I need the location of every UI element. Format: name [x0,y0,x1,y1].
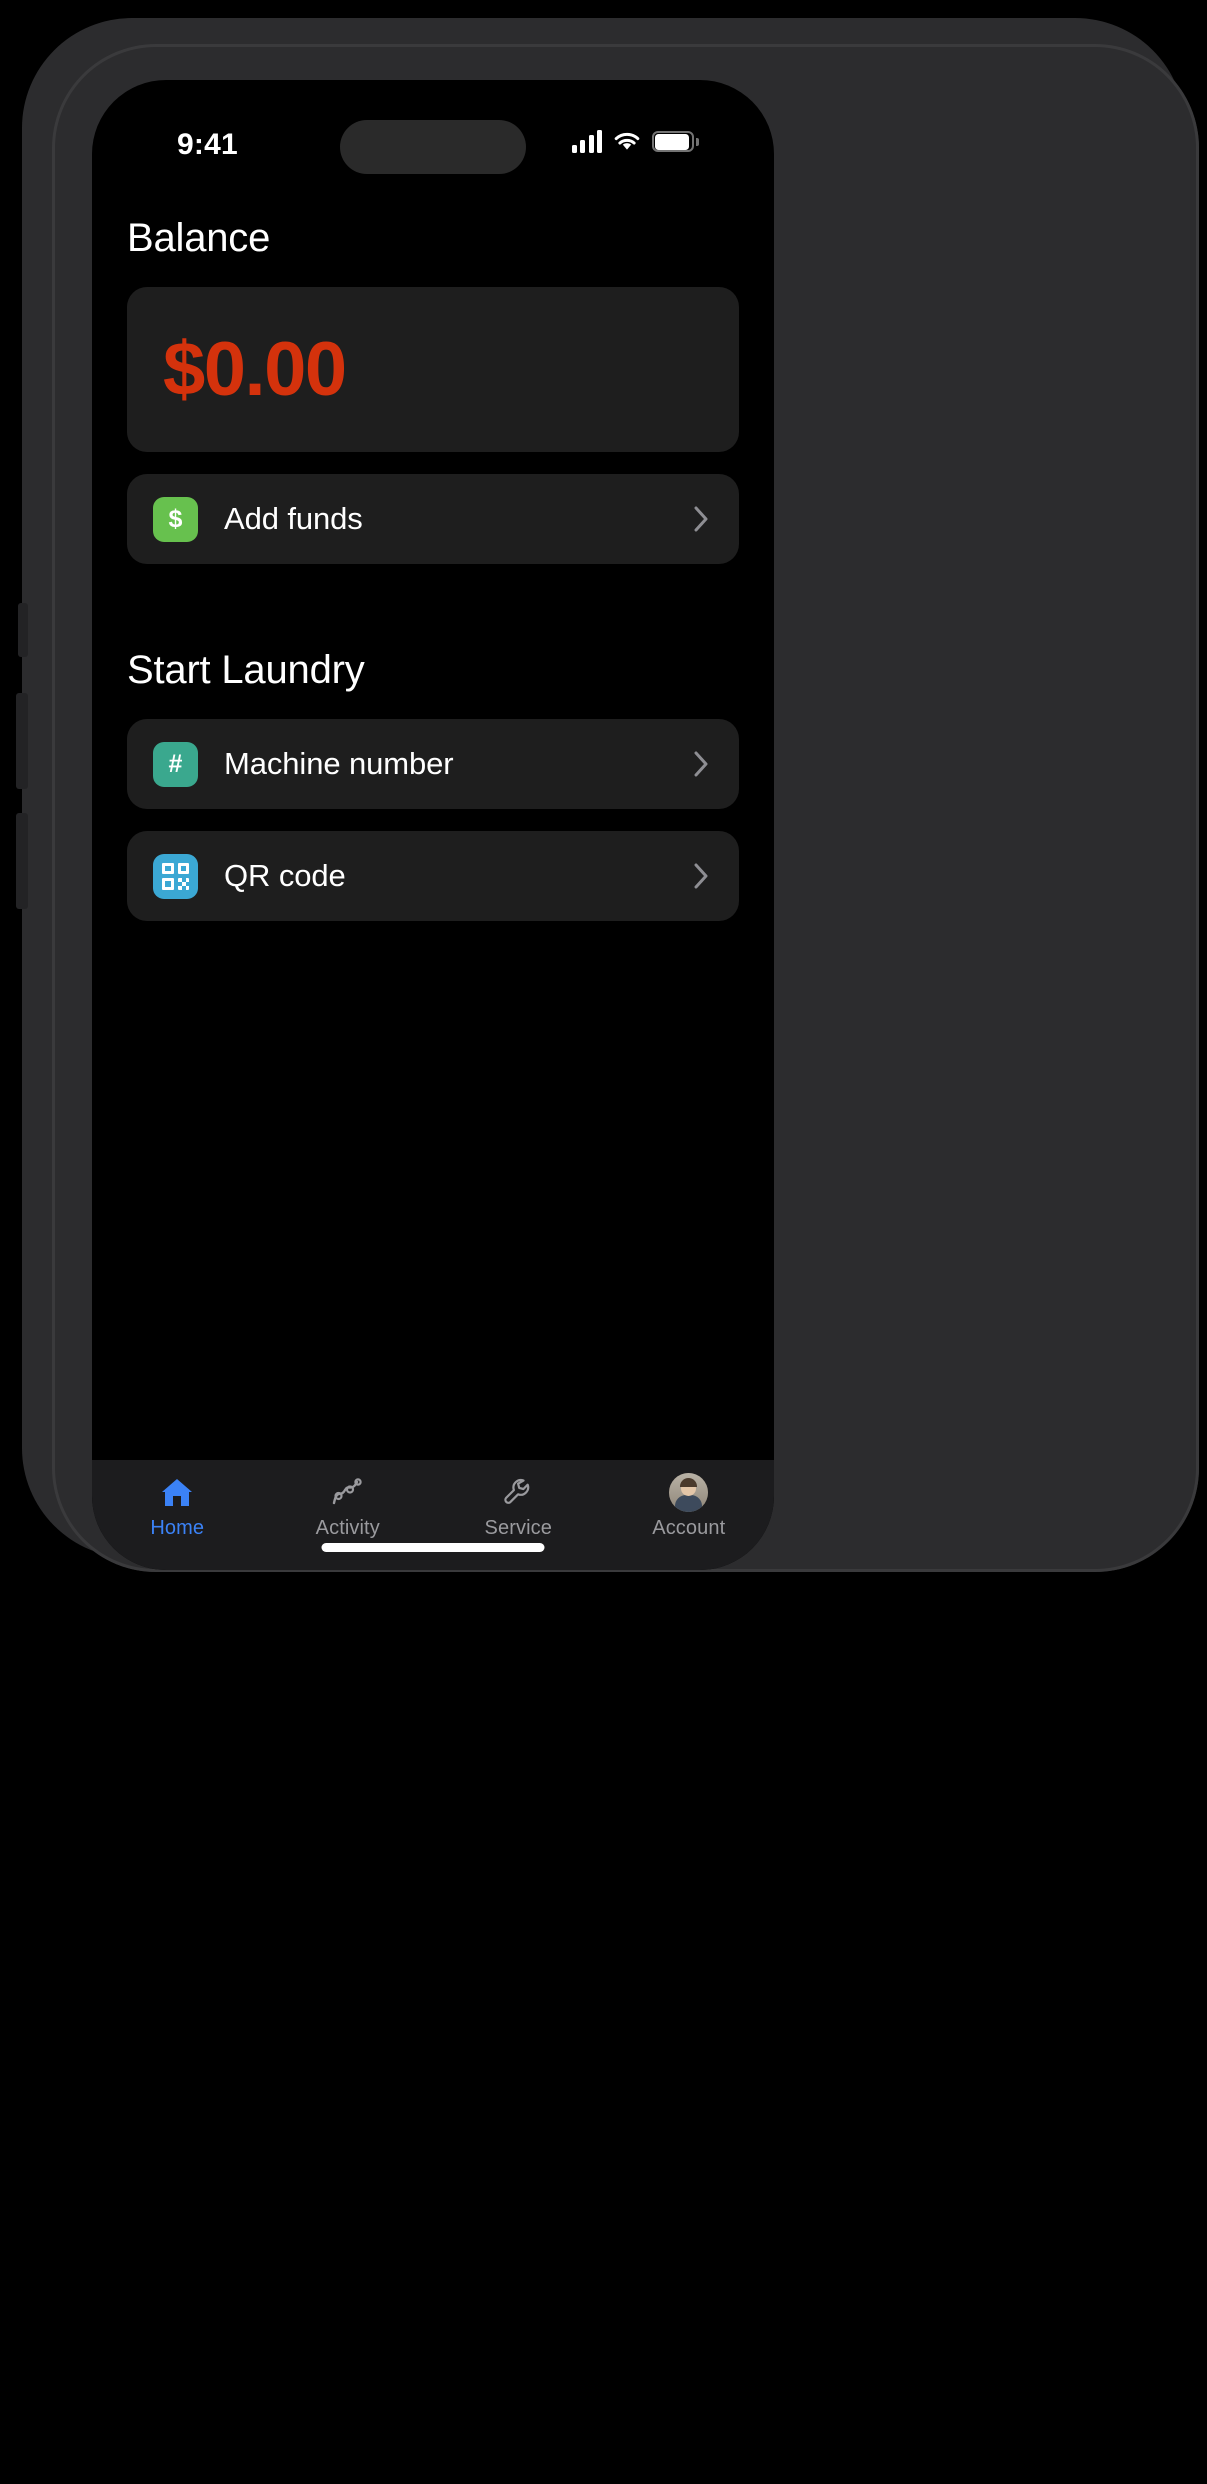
chevron-right-icon [694,751,708,777]
dollar-icon-glyph: $ [168,504,183,533]
battery-icon [652,131,699,152]
add-funds-label: Add funds [224,501,363,536]
wifi-icon [614,132,640,150]
wrench-icon [500,1474,536,1510]
machine-number-button[interactable]: # Machine number [127,719,739,809]
status-bar-icons [571,130,699,153]
dynamic-island [340,120,526,174]
cellular-signal-icon [571,130,602,153]
avatar [669,1472,709,1512]
qr-code-icon [153,853,198,899]
add-funds-button[interactable]: $ Add funds [127,474,739,564]
laundry-section-title: Start Laundry [127,648,365,692]
balance-section-title: Balance [127,216,271,260]
tab-account[interactable]: Account [604,1472,775,1540]
machine-number-label: Machine number [224,746,454,781]
home-indicator[interactable] [321,1543,545,1552]
dollar-icon: $ [153,496,198,542]
balance-card: $0.00 [127,287,739,452]
tab-home-label: Home [150,1517,205,1539]
status-bar-time: 9:41 [177,128,238,161]
tab-home[interactable]: Home [92,1474,263,1540]
tab-service-label: Service [484,1517,552,1539]
chevron-right-icon [694,506,708,532]
mute-switch[interactable] [18,603,28,657]
main-content: Balance $0.00 $ Add funds Start Laundry … [92,176,774,921]
volume-down-button[interactable] [16,813,28,909]
hash-icon: # [153,741,198,787]
chevron-right-icon [694,863,708,889]
tab-service[interactable]: Service [433,1474,604,1540]
activity-chart-icon [330,1474,366,1510]
tab-account-label: Account [652,1517,726,1539]
volume-up-button[interactable] [16,693,28,789]
qr-code-button[interactable]: QR code [127,831,739,921]
tab-activity-label: Activity [315,1517,380,1539]
phone-bezel: 9:41 Balance $0.00 $ Add funds Start Lau… [52,44,1199,1572]
bottom-tab-bar: Home Activity Service Account [92,1460,774,1570]
screenshot-stage: 9:41 Balance $0.00 $ Add funds Start Lau… [0,0,1207,2484]
hash-icon-glyph: # [168,749,183,778]
avatar-photo [669,1472,709,1512]
balance-amount: $0.00 [163,327,347,412]
qr-code-label: QR code [224,858,346,893]
phone-screen: 9:41 Balance $0.00 $ Add funds Start Lau… [92,80,774,1570]
tab-activity[interactable]: Activity [263,1474,434,1540]
status-bar: 9:41 [92,80,774,176]
qr-code-glyph [162,862,189,890]
home-icon [159,1474,195,1510]
phone-frame: 9:41 Balance $0.00 $ Add funds Start Lau… [16,18,1199,1572]
